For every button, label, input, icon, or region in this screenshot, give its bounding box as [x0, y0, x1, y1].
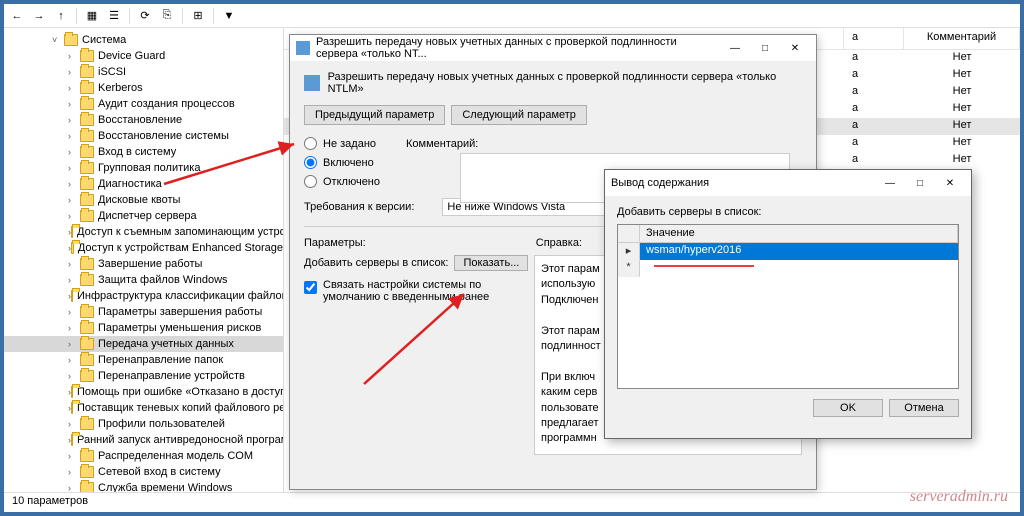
- tree-item[interactable]: ›Kerberos: [4, 80, 283, 96]
- filter-icon[interactable]: ▼: [220, 7, 238, 25]
- bind-checkbox[interactable]: [304, 281, 317, 294]
- tree-item[interactable]: ›Профили пользователей: [4, 416, 283, 432]
- dialog2-title: Вывод содержания: [611, 177, 875, 189]
- grid-col-value[interactable]: Значение: [640, 225, 958, 242]
- up-icon[interactable]: ↑: [52, 7, 70, 25]
- minimize-icon[interactable]: —: [875, 173, 905, 193]
- tree-item[interactable]: ›Распределенная модель COM: [4, 448, 283, 464]
- grid-icon[interactable]: ⊞: [189, 7, 207, 25]
- tree-item[interactable]: ›Параметры завершения работы: [4, 304, 283, 320]
- tree-item[interactable]: ›Инфраструктура классификации файлов: [4, 288, 283, 304]
- tree-item[interactable]: ›Доступ к съемным запоминающим устройс: [4, 224, 283, 240]
- policy-icon: [304, 75, 320, 91]
- tree-item[interactable]: ›Поставщик теневых копий файлового ресур: [4, 400, 283, 416]
- tree-item[interactable]: ›Диагностика: [4, 176, 283, 192]
- col-comment[interactable]: Комментарий: [904, 28, 1020, 49]
- tree-item[interactable]: ›Доступ к устройствам Enhanced Storage: [4, 240, 283, 256]
- col-state[interactable]: а: [844, 28, 904, 49]
- requirements-label: Требования к версии:: [304, 201, 414, 213]
- back-icon[interactable]: ←: [8, 7, 26, 25]
- watermark: serveradmin.ru: [910, 488, 1008, 506]
- tree-item[interactable]: ›Перенаправление устройств: [4, 368, 283, 384]
- tree-item[interactable]: ›Помощь при ошибке «Отказано в доступе»: [4, 384, 283, 400]
- tree-item[interactable]: ›Служба времени Windows: [4, 480, 283, 492]
- cancel-button[interactable]: Отмена: [889, 399, 959, 417]
- refresh-icon[interactable]: ⟳: [136, 7, 154, 25]
- maximize-icon[interactable]: □: [750, 38, 780, 58]
- main-toolbar: ← → ↑ ▦ ☰ ⟳ ⎘ ⊞ ▼: [4, 4, 1020, 28]
- add-servers-label: Добавить серверы в список:: [304, 257, 448, 269]
- tree-item[interactable]: ›Восстановление системы: [4, 128, 283, 144]
- dialog-icon: [296, 41, 310, 55]
- status-bar: 10 параметров: [4, 492, 1020, 512]
- dialog2-titlebar[interactable]: Вывод содержания — □ ✕: [605, 170, 971, 196]
- tree-item[interactable]: ›Ранний запуск антивредоносной программы: [4, 432, 283, 448]
- tree-item[interactable]: ›Дисковые квоты: [4, 192, 283, 208]
- tree-item[interactable]: ›iSCSI: [4, 64, 283, 80]
- tree-item[interactable]: ›Восстановление: [4, 112, 283, 128]
- tree-item[interactable]: ›Вход в систему: [4, 144, 283, 160]
- tree-item[interactable]: ›Параметры уменьшения рисков: [4, 320, 283, 336]
- forward-icon[interactable]: →: [30, 7, 48, 25]
- bind-label: Связать настройки системы по умолчанию с…: [323, 279, 503, 303]
- help-label: Справка:: [536, 237, 582, 249]
- comment-label: Комментарий:: [406, 138, 478, 150]
- tree-item[interactable]: ›Защита файлов Windows: [4, 272, 283, 288]
- grid-row-empty[interactable]: *: [618, 260, 958, 277]
- show-button[interactable]: Показать...: [454, 255, 528, 271]
- dialog-title: Разрешить передачу новых учетных данных …: [316, 36, 720, 60]
- tree-item[interactable]: ›Диспетчер сервера: [4, 208, 283, 224]
- radio-notset[interactable]: [304, 137, 317, 150]
- grid-row-selected[interactable]: ▸ wsman/hyperv2016: [618, 243, 958, 260]
- tree-item[interactable]: ›Перенаправление папок: [4, 352, 283, 368]
- prev-button[interactable]: Предыдущий параметр: [304, 105, 445, 125]
- close-icon[interactable]: ✕: [935, 173, 965, 193]
- tree-item[interactable]: ›Передача учетных данных: [4, 336, 283, 352]
- maximize-icon[interactable]: □: [905, 173, 935, 193]
- radio-disabled[interactable]: [304, 175, 317, 188]
- params-label: Параметры:: [304, 237, 366, 249]
- servers-grid[interactable]: Значение ▸ wsman/hyperv2016 *: [617, 224, 959, 389]
- export-icon[interactable]: ⎘: [158, 7, 176, 25]
- show-contents-dialog: Вывод содержания — □ ✕ Добавить серверы …: [604, 169, 972, 439]
- dialog-titlebar[interactable]: Разрешить передачу новых учетных данных …: [290, 35, 816, 61]
- radio-enabled[interactable]: [304, 156, 317, 169]
- close-icon[interactable]: ✕: [780, 38, 810, 58]
- tree-item[interactable]: ›Device Guard: [4, 48, 283, 64]
- tree-item[interactable]: ›Аудит создания процессов: [4, 96, 283, 112]
- tree-item[interactable]: ›Завершение работы: [4, 256, 283, 272]
- grid-cell-value[interactable]: wsman/hyperv2016: [640, 243, 958, 260]
- tree-item[interactable]: ›Групповая политика: [4, 160, 283, 176]
- view-icon[interactable]: ▦: [83, 7, 101, 25]
- add-servers-label2: Добавить серверы в список:: [617, 206, 959, 218]
- minimize-icon[interactable]: —: [720, 38, 750, 58]
- tree-item[interactable]: ›Сетевой вход в систему: [4, 464, 283, 480]
- tree-root[interactable]: ˅Система: [4, 32, 283, 48]
- list-icon[interactable]: ☰: [105, 7, 123, 25]
- tree-panel[interactable]: ˅Система›Device Guard›iSCSI›Kerberos›Ауд…: [4, 28, 284, 492]
- policy-description: Разрешить передачу новых учетных данных …: [328, 71, 802, 95]
- ok-button[interactable]: OK: [813, 399, 883, 417]
- next-button[interactable]: Следующий параметр: [451, 105, 587, 125]
